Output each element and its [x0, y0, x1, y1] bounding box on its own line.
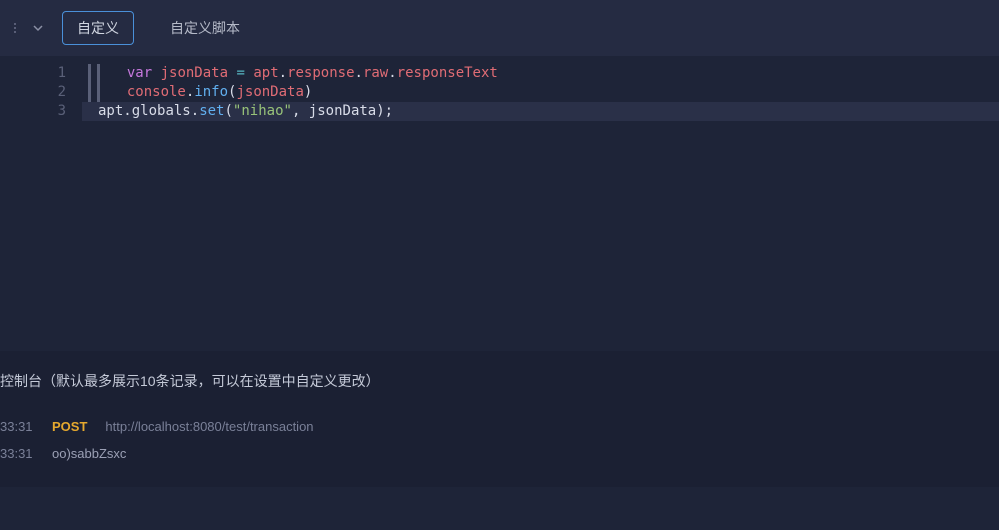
log-timestamp: 33:31: [0, 446, 52, 461]
console-log-row: 33:31 oo)sabbZsxc: [0, 440, 999, 467]
console-header: 控制台（默认最多展示10条记录，可以在设置中自定义更改）: [0, 371, 999, 391]
code-content[interactable]: var jsonData = apt.response.raw.response…: [88, 56, 999, 351]
log-message: oo)sabbZsxc: [52, 446, 126, 461]
line-number: 1: [0, 64, 88, 83]
code-line-active: apt.globals.set("nihao", jsonData);: [82, 102, 999, 121]
log-http-method: POST: [52, 419, 87, 434]
code-line: var jsonData = apt.response.raw.response…: [88, 64, 999, 83]
console-log-row: 33:31 POST http://localhost:8080/test/tr…: [0, 413, 999, 440]
console-panel: 控制台（默认最多展示10条记录，可以在设置中自定义更改） 33:31 POST …: [0, 351, 999, 487]
line-number: 2: [0, 83, 88, 102]
code-line: console.info(jsonData): [88, 83, 999, 102]
log-url: http://localhost:8080/test/transaction: [105, 419, 313, 434]
drag-handle-icon[interactable]: [8, 17, 22, 39]
fold-marker-icon: [97, 64, 100, 102]
top-bar: 自定义 自定义脚本: [0, 0, 999, 56]
chevron-down-icon[interactable]: [28, 18, 48, 38]
tab-custom-script[interactable]: 自定义脚本: [154, 10, 256, 46]
line-number-gutter: 1 2 3: [0, 56, 88, 351]
line-number: 3: [0, 102, 88, 121]
code-editor[interactable]: 1 2 3 var jsonData = apt.response.raw.re…: [0, 56, 999, 351]
tab-custom[interactable]: 自定义: [62, 11, 134, 45]
fold-marker-icon: [88, 64, 91, 102]
log-timestamp: 33:31: [0, 419, 52, 434]
